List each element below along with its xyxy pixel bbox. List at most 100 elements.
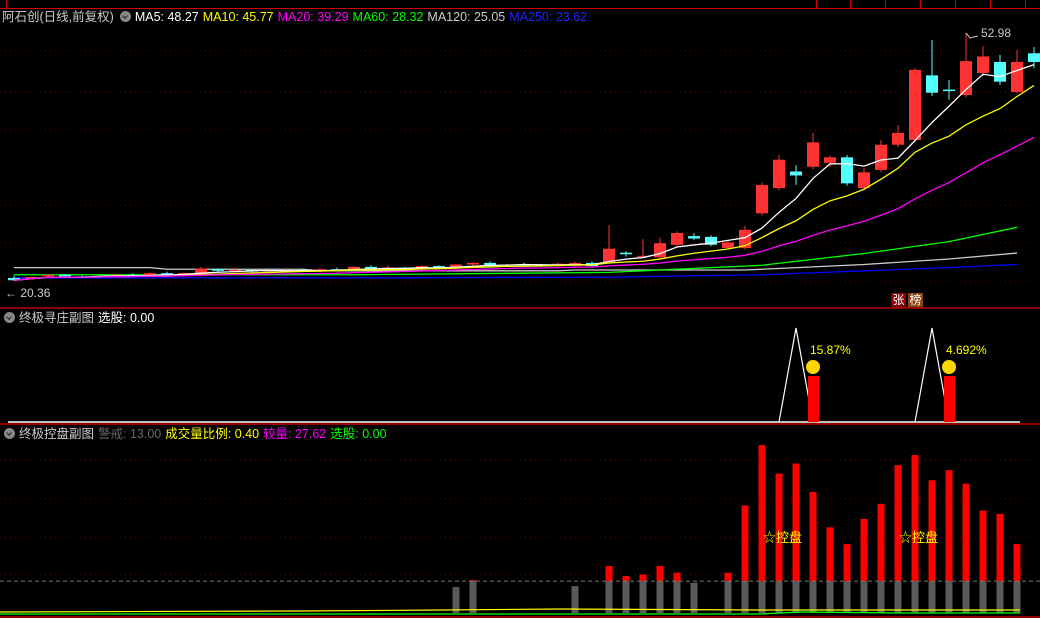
volume-bar-red <box>877 503 885 582</box>
volume-bar-gray <box>979 581 987 613</box>
volume-bar-gray <box>690 582 698 613</box>
control-marker-label: ☆控盘 <box>899 530 938 545</box>
volume-bar-gray <box>452 586 460 613</box>
candle-body <box>654 243 666 258</box>
ma120-label: MA120: 25.05 <box>427 10 506 24</box>
signal-bar <box>808 376 819 422</box>
chart-canvas[interactable]: 52.98 ← 20.36 15.87% 4.692% ☆控盘 ☆控盘 <box>0 0 1040 618</box>
volume-bar-red <box>945 470 953 582</box>
volume-bar-gray <box>639 581 647 613</box>
ranking-badge[interactable]: 榜 <box>908 293 923 307</box>
low-price-label: ← 20.36 <box>5 286 51 300</box>
candle-body <box>790 171 802 176</box>
volume-bar-gray <box>724 581 732 613</box>
ma60-line <box>14 226 1018 276</box>
panel3-title: 终极控盘副图 <box>19 427 95 441</box>
volume-bar-red <box>605 565 613 582</box>
high-price-label: 52.98 <box>981 26 1011 40</box>
volume-bar-red <box>843 544 851 582</box>
volume-bar-gray <box>928 581 936 613</box>
panel2-legend: 终极寻庄副图 选股: 0.00 <box>2 310 158 326</box>
ma10-label: MA10: 45.77 <box>202 10 274 24</box>
chevron-down-icon[interactable] <box>4 428 15 439</box>
volume-bar-red <box>792 463 800 582</box>
candle-body <box>994 61 1006 82</box>
volume-bar-red <box>622 576 630 582</box>
volume-bar-gray <box>945 581 953 613</box>
volume-bar-gray <box>792 581 800 613</box>
volume-bar-red <box>758 445 766 582</box>
warning-label: 警戒: 13.00 <box>98 427 162 441</box>
stock-name: 阿石创(日线,前复权) <box>2 10 114 24</box>
volume-bar-gray <box>469 581 477 613</box>
volume-bar-gray <box>741 581 749 613</box>
volume-bar-red <box>979 510 987 582</box>
signal-bar <box>944 376 955 422</box>
volume-bar-gray <box>894 581 902 613</box>
volume-bar-red <box>809 492 817 582</box>
candle-body <box>756 184 768 214</box>
limit-up-badge[interactable]: 张 <box>891 293 906 307</box>
volume-bar-gray <box>860 581 868 613</box>
volume-bar-gray <box>877 581 885 613</box>
ma5-line <box>13 64 1035 281</box>
candle-body <box>773 159 785 189</box>
panel2-value: 选股: 0.00 <box>98 311 155 325</box>
volume-bar-red <box>775 473 783 582</box>
volume-bar-gray <box>758 581 766 613</box>
control-marker-label: ☆控盘 <box>763 530 802 545</box>
candle-body <box>671 232 683 245</box>
candle-body <box>1028 53 1040 62</box>
volume-bar-red <box>639 574 647 582</box>
volume-bar-gray <box>809 581 817 613</box>
select-label: 选股: 0.00 <box>330 427 387 441</box>
candle-body <box>807 142 819 167</box>
candle-body <box>688 236 700 239</box>
volume-bar-red <box>741 505 749 582</box>
candle-body <box>875 144 887 170</box>
candle-body <box>926 75 938 93</box>
compare-label: 较量: 27.62 <box>263 427 327 441</box>
volume-bar-red <box>673 572 681 582</box>
candle-body <box>909 69 921 140</box>
volume-bar-gray <box>622 581 630 613</box>
candle-body <box>467 262 479 265</box>
ma20-label: MA20: 39.29 <box>277 10 349 24</box>
candle-body <box>42 274 54 277</box>
volume-ratio-label: 成交量比例: 0.40 <box>165 427 260 441</box>
signal-percent-label: 15.87% <box>810 343 851 357</box>
candle-body <box>977 56 989 73</box>
candle-body <box>943 89 955 92</box>
volume-bar-gray <box>962 581 970 613</box>
volume-bar-gray <box>605 581 613 613</box>
volume-bar-red <box>656 565 664 582</box>
smiley-icon <box>942 360 956 374</box>
volume-bar-red <box>1013 544 1021 582</box>
smiley-icon <box>806 360 820 374</box>
chevron-down-icon[interactable] <box>119 11 131 22</box>
ma60-label: MA60: 28.32 <box>352 10 424 24</box>
signal-percent-label: 4.692% <box>946 343 987 357</box>
volume-bar-gray <box>911 581 919 613</box>
ma5-label: MA5: 48.27 <box>134 10 199 24</box>
volume-bar-gray <box>843 581 851 613</box>
candle-body <box>858 172 870 189</box>
signal-peak-line <box>778 327 814 423</box>
panel2-title: 终极寻庄副图 <box>19 311 95 325</box>
volume-bar-gray <box>775 581 783 613</box>
volume-bar-red <box>911 455 919 582</box>
volume-bar-gray <box>1013 581 1021 613</box>
volume-bar-red <box>724 572 732 582</box>
high-pointer <box>965 32 979 39</box>
candle-body <box>841 157 853 184</box>
volume-bar-red <box>962 483 970 582</box>
ma250-label: MA250: 23.62 <box>509 10 588 24</box>
volume-bar-red <box>894 465 902 582</box>
candle-body <box>824 157 836 163</box>
volume-bar-gray <box>826 581 834 613</box>
volume-bar-red <box>826 527 834 582</box>
volume-bar-red <box>996 513 1004 582</box>
volume-bar-red <box>860 518 868 582</box>
candle-body <box>365 266 377 269</box>
chevron-down-icon[interactable] <box>4 312 15 323</box>
